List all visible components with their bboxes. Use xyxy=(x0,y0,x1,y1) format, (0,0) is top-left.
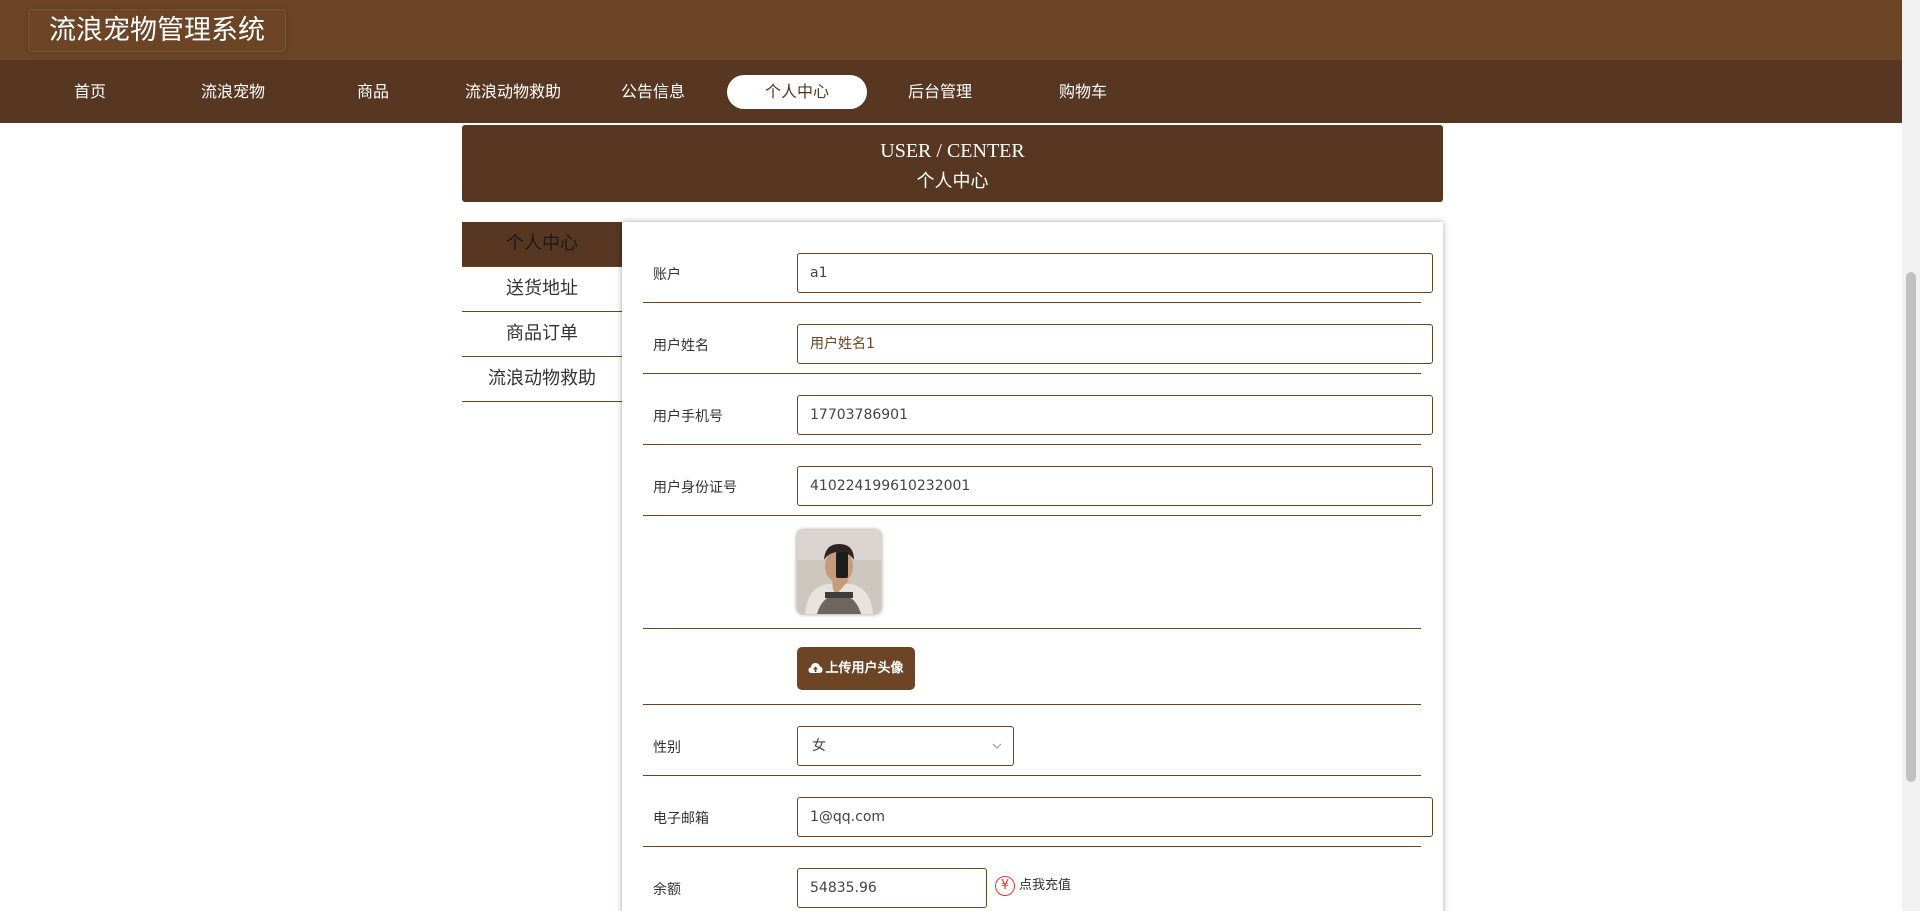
form-row-avatar xyxy=(643,516,1421,629)
upload-avatar-label: 上传用户头像 xyxy=(825,661,904,676)
side-item-rescue[interactable]: 流浪动物救助 xyxy=(462,357,622,402)
phone-label: 用户手机号 xyxy=(653,409,723,425)
profile-form: 账户 a1 用户姓名 用户姓名1 用户手机号 17703786901 用户身份证… xyxy=(622,222,1443,911)
name-field[interactable]: 用户姓名1 xyxy=(797,324,1433,364)
form-row-email: 电子邮箱 1@qq.com xyxy=(643,776,1433,847)
scrollbar-thumb[interactable] xyxy=(1906,272,1916,782)
idcard-field[interactable]: 410224199610232001 xyxy=(797,466,1433,506)
form-row-account: 账户 a1 xyxy=(643,222,1433,303)
form-row-upload: 上传用户头像 xyxy=(643,629,1421,705)
nav-item-stray-pets[interactable]: 流浪宠物 xyxy=(163,75,303,109)
form-row-gender: 性别 女 xyxy=(643,705,1421,776)
nav-item-cart[interactable]: 购物车 xyxy=(1013,75,1153,109)
app-title: 流浪宠物管理系统 xyxy=(28,9,286,52)
gender-label: 性别 xyxy=(653,740,681,756)
phone-field[interactable]: 17703786901 xyxy=(797,395,1433,435)
idcard-label: 用户身份证号 xyxy=(653,480,737,496)
nav-item-products[interactable]: 商品 xyxy=(303,75,443,109)
main-nav: 首页 流浪宠物 商品 流浪动物救助 公告信息 个人中心 后台管理 购物车 xyxy=(0,60,1902,123)
email-label: 电子邮箱 xyxy=(653,811,709,827)
chevron-down-icon xyxy=(992,743,1002,749)
user-photo-icon xyxy=(797,530,881,614)
recharge-label: 点我充值 xyxy=(1019,878,1072,893)
name-label: 用户姓名 xyxy=(653,338,709,354)
upload-avatar-button[interactable]: 上传用户头像 xyxy=(797,647,915,690)
banner-title-cn: 个人中心 xyxy=(916,171,989,192)
nav-item-user-center[interactable]: 个人中心 xyxy=(727,75,867,109)
email-field[interactable]: 1@qq.com xyxy=(797,797,1433,837)
side-item-address[interactable]: 送货地址 xyxy=(462,267,622,312)
side-menu: 个人中心 送货地址 商品订单 流浪动物救助 xyxy=(462,222,622,402)
form-row-balance: 余额 54835.96 ¥ 点我充值 xyxy=(643,847,1421,911)
side-item-orders[interactable]: 商品订单 xyxy=(462,312,622,357)
page-banner: USER / CENTER 个人中心 xyxy=(462,125,1443,202)
top-header: 流浪宠物管理系统 xyxy=(0,0,1902,60)
nav-item-home[interactable]: 首页 xyxy=(20,75,160,109)
recharge-link[interactable]: ¥ 点我充值 xyxy=(995,874,1071,898)
balance-label: 余额 xyxy=(653,882,681,898)
cloud-upload-icon xyxy=(808,663,823,673)
account-label: 账户 xyxy=(653,267,681,283)
nav-item-announcements[interactable]: 公告信息 xyxy=(583,75,723,109)
banner-title-en: USER / CENTER xyxy=(880,140,1025,162)
account-field[interactable]: a1 xyxy=(797,253,1433,293)
gender-select[interactable]: 女 xyxy=(797,726,1014,766)
form-row-phone: 用户手机号 17703786901 xyxy=(643,374,1433,445)
avatar[interactable] xyxy=(797,530,881,614)
nav-item-admin[interactable]: 后台管理 xyxy=(870,75,1010,109)
page-scrollbar[interactable] xyxy=(1902,0,1920,911)
nav-item-rescue[interactable]: 流浪动物救助 xyxy=(443,75,583,109)
form-row-name: 用户姓名 用户姓名1 xyxy=(643,303,1433,374)
side-item-user-center[interactable]: 个人中心 xyxy=(462,222,622,267)
gender-value: 女 xyxy=(812,738,826,754)
balance-field: 54835.96 xyxy=(797,868,987,908)
form-row-idcard: 用户身份证号 410224199610232001 xyxy=(643,445,1433,516)
yen-icon: ¥ xyxy=(995,875,1015,896)
